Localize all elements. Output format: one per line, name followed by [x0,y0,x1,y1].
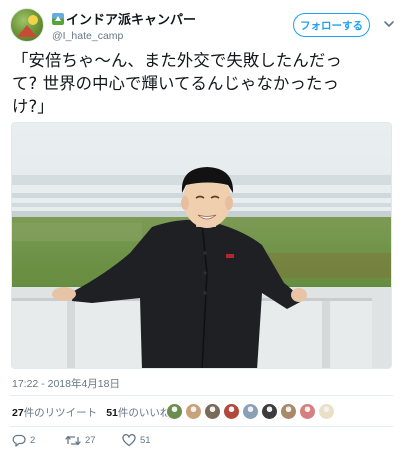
tent-icon [17,25,37,37]
tweet-text-line: て? 世界の中心で輝いてるんじゃなかったっ [12,74,339,93]
camping-flag-icon [52,12,64,25]
avatar[interactable] [10,8,44,42]
like-stat-count: 51 [106,406,118,419]
tweet-header: インドア派キャンパー @I_hate_camp フォローする [10,8,395,44]
retweet-stat[interactable]: 27件のリツイート [12,405,97,420]
display-name-row: インドア派キャンパー [52,9,196,28]
user-info[interactable]: インドア派キャンパー @I_hate_camp [52,9,196,42]
retweet-count: 27 [85,434,96,446]
tweet-text-line: け?」 [12,97,54,116]
liker-avatar[interactable] [280,403,297,420]
reply-count: 2 [30,434,36,446]
tweet-timestamp[interactable]: 17:22 - 2018年4月18日 [12,376,120,391]
user-handle[interactable]: @I_hate_camp [52,30,196,42]
like-button[interactable]: 51 [122,433,151,447]
retweet-icon [65,435,81,445]
chevron-down-icon[interactable] [383,18,395,30]
like-stat[interactable]: 51件のいいね [106,405,170,420]
display-name[interactable]: インドア派キャンパー [66,9,196,28]
tweet-actions: 2 27 51 [12,433,312,447]
like-stat-label: 件のいいね [117,406,171,419]
liker-avatar[interactable] [223,403,240,420]
liker-avatar[interactable] [261,403,278,420]
tweet-photo[interactable] [11,122,392,369]
retweet-button[interactable]: 27 [65,433,96,447]
liker-avatar[interactable] [185,403,202,420]
retweet-stat-label: 件のリツイート [23,406,98,419]
reply-icon [12,434,26,447]
sun-icon [28,15,38,25]
liker-avatar[interactable] [299,403,316,420]
tweet-text: 「安倍ちゃ～ん、また外交で失敗したんだっ て? 世界の中心で輝いてるんじゃなかっ… [12,49,392,118]
liker-avatar[interactable] [242,403,259,420]
photo-man-seated-on-balcony [12,123,391,368]
like-count: 51 [140,434,151,446]
reply-button[interactable]: 2 [12,433,35,447]
liker-avatar[interactable] [166,403,183,420]
liker-avatar[interactable] [204,403,221,420]
retweet-stat-count: 27 [12,406,24,419]
tweet-text-line: 「安倍ちゃ～ん、また外交で失敗したんだっ [12,51,342,70]
follow-button[interactable]: フォローする [293,13,370,37]
divider [10,426,393,427]
heart-icon [122,433,136,446]
liker-avatar[interactable] [318,403,335,420]
tweet-card: インドア派キャンパー @I_hate_camp フォローする 「安倍ちゃ～ん、ま… [0,0,403,450]
divider [10,395,393,396]
tweet-stats: 27件のリツイート 51件のいいね [12,402,179,422]
liker-avatars [166,403,337,421]
